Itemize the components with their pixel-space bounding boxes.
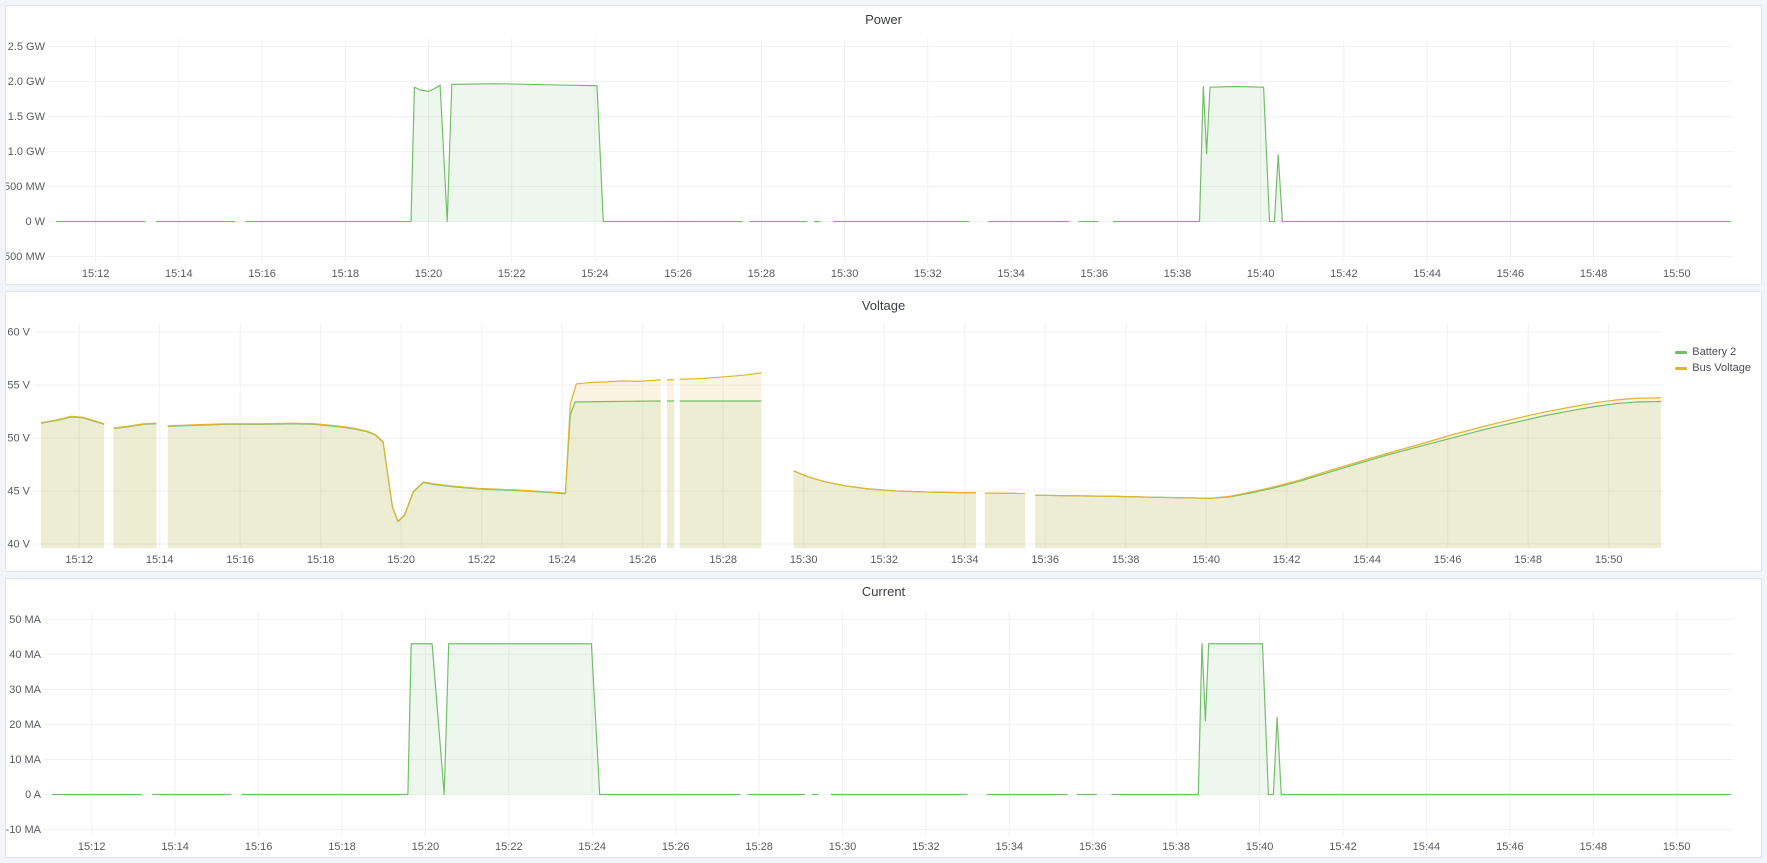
svg-text:15:30: 15:30 xyxy=(829,841,857,853)
panel-current: Current 50 MA 40 MA 30 MA 20 MA 10 MA 0 A -10 … xyxy=(5,578,1762,858)
svg-text:15:30: 15:30 xyxy=(790,554,818,566)
svg-text:-10 MA: -10 MA xyxy=(6,824,42,836)
legend-item-battery-2[interactable]: Battery 2 xyxy=(1675,346,1736,358)
panel-power-title[interactable]: Power xyxy=(6,6,1761,32)
svg-text:15:14: 15:14 xyxy=(165,268,193,280)
svg-text:15:38: 15:38 xyxy=(1112,554,1140,566)
legend-label-bus-voltage: Bus Voltage xyxy=(1692,362,1751,374)
battery-2-series-swatch-icon xyxy=(1675,351,1687,354)
svg-text:15:22: 15:22 xyxy=(498,268,526,280)
svg-text:15:12: 15:12 xyxy=(82,268,110,280)
svg-text:15:22: 15:22 xyxy=(468,554,496,566)
svg-text:15:26: 15:26 xyxy=(662,841,690,853)
svg-text:15:16: 15:16 xyxy=(248,268,276,280)
current-chart-area: 50 MA 40 MA 30 MA 20 MA 10 MA 0 A -10 MA 15:12 1… xyxy=(6,605,1761,857)
panel-current-title[interactable]: Current xyxy=(6,579,1761,605)
svg-text:15:28: 15:28 xyxy=(748,268,776,280)
svg-text:15:42: 15:42 xyxy=(1329,841,1357,853)
svg-text:0 A: 0 A xyxy=(25,789,42,801)
svg-text:15:18: 15:18 xyxy=(307,554,335,566)
svg-text:15:50: 15:50 xyxy=(1663,268,1691,280)
power-plot[interactable]: 2.5 GW 2.0 GW 1.5 GW 1.0 GW 500 MW 0 W -500 MW… xyxy=(6,32,1761,284)
power-chart-area: 2.5 GW 2.0 GW 1.5 GW 1.0 GW 500 MW 0 W -500 MW… xyxy=(6,32,1761,284)
svg-text:0 W: 0 W xyxy=(25,216,45,228)
svg-text:15:24: 15:24 xyxy=(581,268,609,280)
svg-text:55 V: 55 V xyxy=(7,380,30,392)
voltage-legend: Battery 2 Bus Voltage xyxy=(1675,346,1751,374)
svg-text:50 V: 50 V xyxy=(7,433,30,445)
bus-voltage-series-swatch-icon xyxy=(1675,367,1687,370)
svg-text:40 V: 40 V xyxy=(7,539,30,551)
svg-text:1.0 GW: 1.0 GW xyxy=(8,146,46,158)
svg-text:15:40: 15:40 xyxy=(1246,841,1274,853)
svg-text:15:16: 15:16 xyxy=(226,554,254,566)
svg-text:15:48: 15:48 xyxy=(1514,554,1542,566)
svg-text:15:12: 15:12 xyxy=(65,554,93,566)
svg-text:2.0 GW: 2.0 GW xyxy=(8,76,46,88)
svg-text:15:20: 15:20 xyxy=(412,841,440,853)
svg-text:15:46: 15:46 xyxy=(1496,841,1524,853)
svg-text:15:38: 15:38 xyxy=(1162,841,1190,853)
svg-text:15:28: 15:28 xyxy=(745,841,773,853)
voltage-plot[interactable]: 60 V 55 V 50 V 45 V 40 V 15:12 15:14 15:16 15:18… xyxy=(6,318,1761,570)
svg-text:15:44: 15:44 xyxy=(1353,554,1381,566)
legend-label-battery-2: Battery 2 xyxy=(1692,346,1736,358)
svg-text:15:18: 15:18 xyxy=(332,268,360,280)
svg-text:15:40: 15:40 xyxy=(1192,554,1220,566)
svg-text:15:22: 15:22 xyxy=(495,841,523,853)
svg-text:15:42: 15:42 xyxy=(1330,268,1358,280)
svg-text:15:36: 15:36 xyxy=(1081,268,1109,280)
svg-text:2.5 GW: 2.5 GW xyxy=(8,41,46,53)
svg-text:15:50: 15:50 xyxy=(1663,841,1691,853)
svg-text:500 MW: 500 MW xyxy=(6,181,46,193)
svg-text:50 MA: 50 MA xyxy=(9,613,41,625)
svg-text:60 V: 60 V xyxy=(7,327,30,339)
svg-text:15:28: 15:28 xyxy=(709,554,737,566)
legend-item-bus-voltage[interactable]: Bus Voltage xyxy=(1675,362,1751,374)
grafana-dashboard: Power 2.5 GW 2.0 GW 1.5 GW 1.0 GW 500 MW 0 W -… xyxy=(0,0,1767,863)
panel-power: Power 2.5 GW 2.0 GW 1.5 GW 1.0 GW 500 MW 0 W -… xyxy=(5,5,1762,285)
svg-text:15:38: 15:38 xyxy=(1164,268,1192,280)
svg-text:15:44: 15:44 xyxy=(1413,268,1441,280)
svg-text:15:18: 15:18 xyxy=(328,841,356,853)
svg-text:15:32: 15:32 xyxy=(914,268,942,280)
svg-text:15:26: 15:26 xyxy=(664,268,692,280)
svg-text:15:20: 15:20 xyxy=(415,268,443,280)
svg-text:15:36: 15:36 xyxy=(1031,554,1059,566)
svg-text:20 MA: 20 MA xyxy=(9,719,41,731)
svg-text:15:48: 15:48 xyxy=(1580,268,1608,280)
svg-text:15:48: 15:48 xyxy=(1580,841,1608,853)
svg-text:15:34: 15:34 xyxy=(996,841,1024,853)
svg-text:15:12: 15:12 xyxy=(78,841,106,853)
svg-text:15:32: 15:32 xyxy=(870,554,898,566)
svg-text:30 MA: 30 MA xyxy=(9,684,41,696)
svg-text:15:16: 15:16 xyxy=(245,841,273,853)
svg-text:15:32: 15:32 xyxy=(912,841,940,853)
svg-text:15:34: 15:34 xyxy=(997,268,1025,280)
svg-text:15:24: 15:24 xyxy=(548,554,576,566)
svg-text:15:36: 15:36 xyxy=(1079,841,1107,853)
panel-voltage: Voltage 60 V 55 V 50 V 45 V 40 V 15:12 15:14 15… xyxy=(5,291,1762,571)
svg-text:15:14: 15:14 xyxy=(146,554,174,566)
svg-text:15:20: 15:20 xyxy=(387,554,415,566)
current-plot[interactable]: 50 MA 40 MA 30 MA 20 MA 10 MA 0 A -10 MA 15:12 1… xyxy=(6,605,1761,857)
svg-text:15:30: 15:30 xyxy=(831,268,859,280)
svg-text:15:34: 15:34 xyxy=(951,554,979,566)
panel-voltage-title[interactable]: Voltage xyxy=(6,292,1761,318)
svg-text:15:46: 15:46 xyxy=(1434,554,1462,566)
voltage-chart-area: 60 V 55 V 50 V 45 V 40 V 15:12 15:14 15:16 15:18… xyxy=(6,318,1761,570)
svg-text:15:26: 15:26 xyxy=(629,554,657,566)
svg-text:15:42: 15:42 xyxy=(1273,554,1301,566)
svg-text:15:14: 15:14 xyxy=(161,841,189,853)
svg-text:45 V: 45 V xyxy=(7,486,30,498)
svg-text:10 MA: 10 MA xyxy=(9,754,41,766)
svg-text:15:40: 15:40 xyxy=(1247,268,1275,280)
svg-text:1.5 GW: 1.5 GW xyxy=(8,111,46,123)
svg-text:15:44: 15:44 xyxy=(1413,841,1441,853)
svg-text:15:50: 15:50 xyxy=(1595,554,1623,566)
svg-text:40 MA: 40 MA xyxy=(9,648,41,660)
svg-text:15:24: 15:24 xyxy=(578,841,606,853)
svg-text:15:46: 15:46 xyxy=(1497,268,1525,280)
svg-text:-500 MW: -500 MW xyxy=(6,251,46,263)
